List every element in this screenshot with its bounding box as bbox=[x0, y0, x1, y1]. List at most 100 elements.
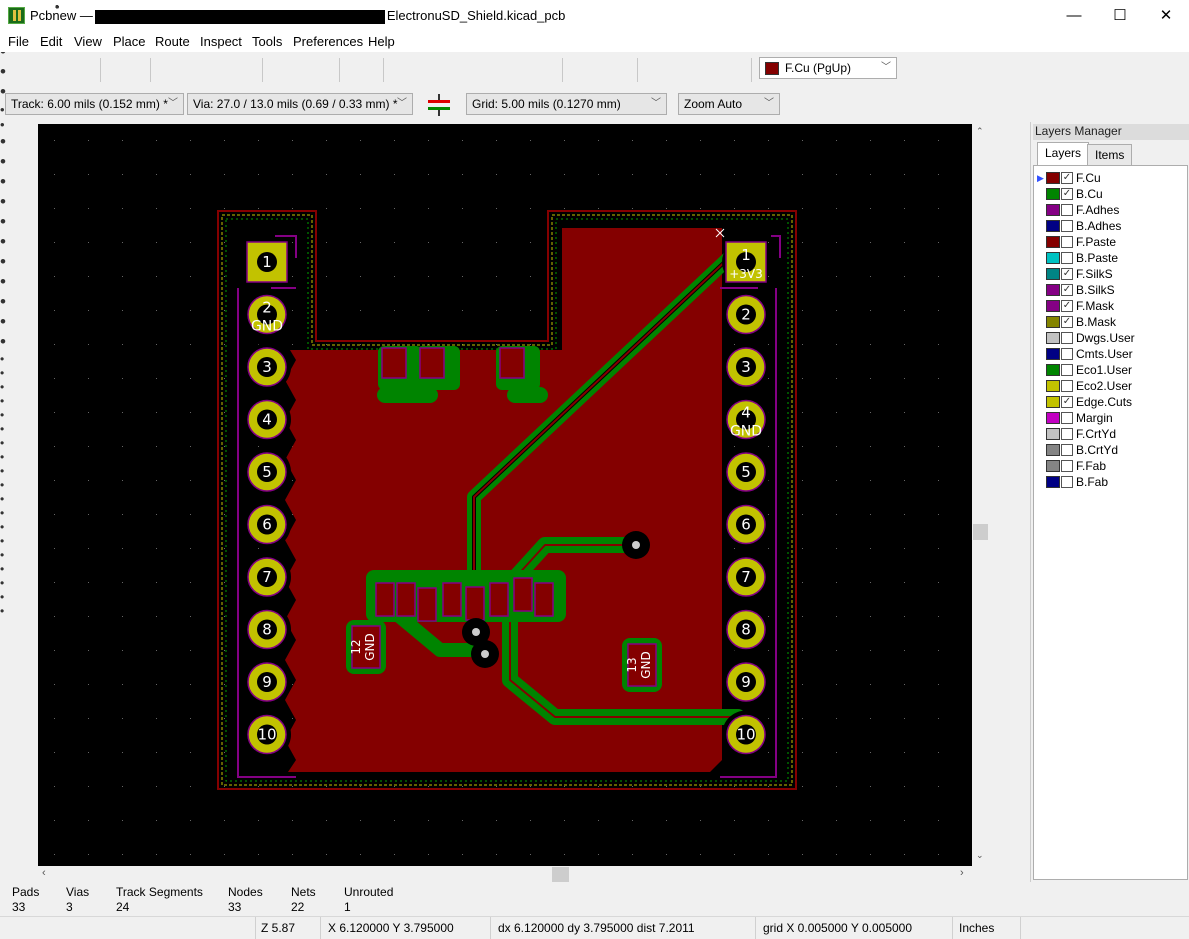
layer-visibility-checkbox[interactable] bbox=[1061, 460, 1073, 472]
layer-color-swatch[interactable] bbox=[1046, 444, 1060, 456]
layer-visibility-checkbox[interactable]: ✓ bbox=[1061, 268, 1073, 280]
layer-row-b-silks[interactable]: ✓ B.SilkS bbox=[1038, 282, 1115, 298]
layer-color-swatch[interactable] bbox=[1046, 236, 1060, 248]
layer-row-b-paste[interactable]: B.Paste bbox=[1038, 250, 1118, 266]
layer-row-f-crtyd[interactable]: F.CrtYd bbox=[1038, 426, 1116, 442]
pad-number: 9 bbox=[262, 673, 272, 691]
layer-color-swatch[interactable] bbox=[1046, 460, 1060, 472]
zoom-readout: Z 5.87 bbox=[261, 921, 296, 935]
layer-row-cmts-user[interactable]: Cmts.User bbox=[1038, 346, 1133, 362]
layer-color-swatch[interactable] bbox=[1046, 172, 1060, 184]
zoom-select[interactable]: Zoom Auto ﹀ bbox=[678, 93, 780, 115]
layer-color-swatch[interactable] bbox=[1046, 412, 1060, 424]
auto-track-width-icon[interactable] bbox=[424, 90, 454, 120]
menu-edit[interactable]: Edit bbox=[40, 34, 62, 49]
layer-visibility-checkbox[interactable]: ✓ bbox=[1061, 396, 1073, 408]
layer-color-swatch[interactable] bbox=[1046, 476, 1060, 488]
layer-visibility-checkbox[interactable]: ✓ bbox=[1061, 284, 1073, 296]
menu-preferences[interactable]: Preferences bbox=[293, 34, 363, 49]
layer-row-b-mask[interactable]: ✓ B.Mask bbox=[1038, 314, 1116, 330]
716[interactable]: • bbox=[55, 0, 59, 14]
layer-visibility-checkbox[interactable] bbox=[1061, 236, 1073, 248]
via-size-select[interactable]: Via: 27.0 / 13.0 mils (0.69 / 0.33 mm) *… bbox=[187, 93, 413, 115]
menu-place[interactable]: Place bbox=[113, 34, 146, 49]
tab-layers[interactable]: Layers bbox=[1037, 142, 1090, 165]
layer-visibility-checkbox[interactable]: ✓ bbox=[1061, 172, 1073, 184]
layer-row-f-silks[interactable]: ✓ F.SilkS bbox=[1038, 266, 1113, 282]
layer-row-f-mask[interactable]: ✓ F.Mask bbox=[1038, 298, 1114, 314]
layer-row-eco1-user[interactable]: Eco1.User bbox=[1038, 362, 1132, 378]
pcb-canvas[interactable]: 12 GND 13 GND 1 2 GND 3 4 5 6 7 8 9 10 1 +3V3 2 3 4 GND 5 6 7 8… bbox=[38, 124, 972, 866]
layer-color-swatch[interactable] bbox=[1046, 380, 1060, 392]
menu-tools[interactable]: Tools bbox=[252, 34, 282, 49]
3[interactable]: • bbox=[0, 62, 1189, 82]
layer-color-swatch[interactable] bbox=[1046, 252, 1060, 264]
layer-row-b-cu[interactable]: ✓ B.Cu bbox=[1038, 186, 1103, 202]
layer-visibility-checkbox[interactable] bbox=[1061, 364, 1073, 376]
scroll-left-icon[interactable]: ‹ bbox=[42, 867, 46, 879]
layer-color-swatch[interactable] bbox=[1046, 284, 1060, 296]
layer-color-swatch[interactable] bbox=[1046, 396, 1060, 408]
menu-route[interactable]: Route bbox=[155, 34, 190, 49]
layer-row-edge-cuts[interactable]: ✓ Edge.Cuts bbox=[1038, 394, 1132, 410]
horizontal-scroll-thumb[interactable] bbox=[552, 867, 569, 882]
layer-name: Eco2.User bbox=[1076, 379, 1133, 393]
layer-color-swatch[interactable] bbox=[1046, 220, 1060, 232]
layer-select[interactable]: F.Cu (PgUp) ﹀ bbox=[759, 57, 897, 79]
layer-color-swatch[interactable] bbox=[1046, 428, 1060, 440]
layer-row-f-cu[interactable]: ▶ ✓ F.Cu bbox=[1037, 170, 1101, 186]
layer-visibility-checkbox[interactable] bbox=[1061, 380, 1073, 392]
layer-color-swatch[interactable] bbox=[1046, 348, 1060, 360]
layer-row-b-fab[interactable]: B.Fab bbox=[1038, 474, 1108, 490]
stat-value: 1 bbox=[344, 900, 351, 914]
scroll-right-icon[interactable]: › bbox=[960, 867, 964, 879]
layer-row-f-adhes[interactable]: F.Adhes bbox=[1038, 202, 1119, 218]
layer-visibility-checkbox[interactable] bbox=[1061, 428, 1073, 440]
stat-label: Unrouted bbox=[344, 885, 394, 899]
layer-visibility-checkbox[interactable] bbox=[1061, 204, 1073, 216]
layer-visibility-checkbox[interactable] bbox=[1061, 332, 1073, 344]
close-button[interactable]: ✕ bbox=[1143, 0, 1189, 31]
layer-color-swatch[interactable] bbox=[1046, 268, 1060, 280]
menu-inspect[interactable]: Inspect bbox=[200, 34, 242, 49]
layer-row-f-fab[interactable]: F.Fab bbox=[1038, 458, 1106, 474]
vertical-scrollbar[interactable]: ⌃ ⌄ bbox=[972, 124, 989, 866]
menu-file[interactable]: File bbox=[8, 34, 29, 49]
minimize-button[interactable]: — bbox=[1051, 0, 1097, 31]
layer-row-b-adhes[interactable]: B.Adhes bbox=[1038, 218, 1121, 234]
layer-visibility-checkbox[interactable]: ✓ bbox=[1061, 316, 1073, 328]
header-pad: 8 bbox=[722, 605, 770, 654]
pad-number: 2 bbox=[741, 306, 751, 324]
scroll-up-icon[interactable]: ⌃ bbox=[976, 126, 984, 137]
track-width-select[interactable]: Track: 6.00 mils (0.152 mm) * ﹀ bbox=[5, 93, 184, 115]
layer-visibility-checkbox[interactable] bbox=[1061, 412, 1073, 424]
stat-label: Nodes bbox=[228, 885, 263, 899]
tab-items[interactable]: Items bbox=[1087, 144, 1133, 165]
layer-row-eco2-user[interactable]: Eco2.User bbox=[1038, 378, 1132, 394]
menu-help[interactable]: Help bbox=[368, 34, 395, 49]
layer-visibility-checkbox[interactable] bbox=[1061, 348, 1073, 360]
layer-color-swatch[interactable] bbox=[1046, 188, 1060, 200]
layer-color-swatch[interactable] bbox=[1046, 300, 1060, 312]
layer-visibility-checkbox[interactable] bbox=[1061, 252, 1073, 264]
maximize-button[interactable]: ☐ bbox=[1097, 0, 1143, 31]
menu-view[interactable]: View bbox=[74, 34, 102, 49]
layer-row-f-paste[interactable]: F.Paste bbox=[1038, 234, 1116, 250]
layer-color-swatch[interactable] bbox=[1046, 316, 1060, 328]
layer-row-margin[interactable]: Margin bbox=[1038, 410, 1113, 426]
layer-color-swatch[interactable] bbox=[1046, 332, 1060, 344]
layer-row-b-crtyd[interactable]: B.CrtYd bbox=[1038, 442, 1118, 458]
layer-visibility-checkbox[interactable]: ✓ bbox=[1061, 188, 1073, 200]
scroll-down-icon[interactable]: ⌄ bbox=[976, 850, 984, 861]
horizontal-scrollbar[interactable]: ‹ › bbox=[38, 866, 972, 883]
layer-visibility-checkbox[interactable] bbox=[1061, 444, 1073, 456]
layer-color-swatch[interactable] bbox=[1046, 364, 1060, 376]
layer-row-dwgs-user[interactable]: Dwgs.User bbox=[1038, 330, 1135, 346]
grid-select[interactable]: Grid: 5.00 mils (0.1270 mm) ﹀ bbox=[466, 93, 667, 115]
layer-visibility-checkbox[interactable] bbox=[1061, 476, 1073, 488]
layer-visibility-checkbox[interactable]: ✓ bbox=[1061, 300, 1073, 312]
layer-visibility-checkbox[interactable] bbox=[1061, 220, 1073, 232]
toolbar-separator bbox=[339, 58, 340, 82]
layer-color-swatch[interactable] bbox=[1046, 204, 1060, 216]
vertical-scroll-thumb[interactable] bbox=[973, 524, 988, 540]
